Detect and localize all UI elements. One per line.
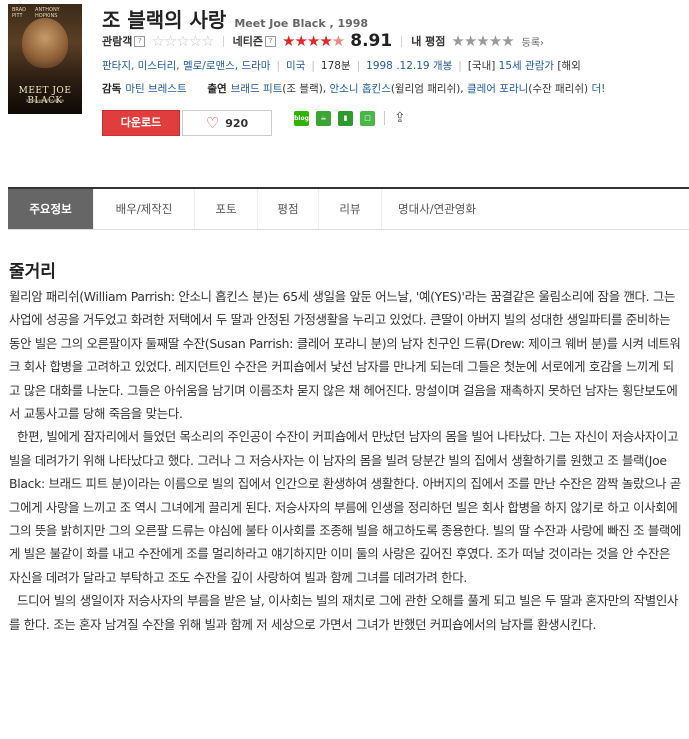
heart-icon: ♡ — [205, 113, 220, 132]
title-korean: 조 블랙의 사랑 — [102, 8, 227, 32]
cast-role-2: (윌리엄 패리쉬), — [390, 83, 464, 95]
cast-label: 출연 — [207, 83, 227, 95]
synopsis-text: 윌리암 패리쉬(William Parrish: 안소니 홉킨스 분)는 65세… — [9, 285, 682, 636]
cast-link-2[interactable]: 안소니 홉킨스 — [330, 83, 391, 95]
like-count: 920 — [225, 116, 249, 130]
rating-prefix: [국내] — [467, 60, 496, 72]
synopsis-paragraph: 한편, 빌에게 잠자리에서 들었던 목소리의 주인공이 수잔이 커피숍에서 만났… — [9, 429, 682, 585]
tab-main-info[interactable]: 주요정보 — [8, 189, 94, 229]
title-english: Meet Joe Black , 1998 — [234, 17, 369, 30]
netizen-stars: ★★★★★ — [282, 32, 345, 50]
share-bar: blog ☕ ▮ □ ⇪ — [294, 110, 406, 126]
poster-subtitle: a Universal release — [25, 98, 65, 103]
tab-quotes-related[interactable]: 명대사/연관영화 — [382, 189, 492, 229]
overseas-rating: [해외 — [557, 60, 581, 72]
release-date-link[interactable]: 1998 .12.19 개봉 — [366, 60, 452, 72]
cast-role-3: (수잔 패리쉬) — [528, 83, 589, 95]
movie-title: 조 블랙의 사랑 Meet Joe Black , 1998 — [102, 4, 368, 33]
help-icon[interactable]: ? — [134, 35, 146, 47]
netizen-rating-label: 네티즌 — [232, 35, 263, 48]
tab-score[interactable]: 평점 — [258, 189, 319, 229]
tab-cast-crew[interactable]: 배우/제작진 — [94, 189, 195, 229]
divider — [384, 111, 385, 125]
netizen-score: 8.91 — [350, 31, 393, 51]
bookmark-share-icon[interactable]: ▮ — [338, 110, 353, 126]
poster-figure — [22, 18, 68, 68]
divider — [222, 35, 224, 47]
director-label: 감독 — [102, 83, 122, 95]
poster-actor-left: BRAD PITT — [12, 7, 26, 19]
ratings-row: 관람객 ? ☆☆☆☆☆ 네티즌 ? ★★★★★ 8.91 내 평점 ★★★★★ … — [102, 31, 544, 51]
cast-link-3[interactable]: 클레어 포라니 — [467, 83, 528, 95]
divider — [401, 35, 403, 47]
synopsis-paragraph: 드디어 빌의 생일이자 저승사자의 부름을 받은 날, 이사회는 빌의 재치로 … — [9, 593, 679, 632]
genre-links[interactable]: 판타지, 미스터리, 멜로/로맨스, 드라마 — [102, 60, 270, 72]
audience-rating-label: 관람객 — [102, 35, 133, 48]
synopsis-paragraph: 윌리암 패리쉬(William Parrish: 안소니 홉킨스 분)는 65세… — [9, 289, 681, 422]
my-rating-stars[interactable]: ★★★★★ — [451, 32, 514, 50]
cafe-share-icon[interactable]: ☕ — [316, 110, 331, 126]
tab-bar: 주요정보 배우/제작진 포토 평점 리뷰 명대사/연관영화 — [8, 187, 689, 230]
cast-role-1: (조 블랙), — [282, 83, 327, 95]
tab-photo[interactable]: 포토 — [195, 189, 258, 229]
country-link[interactable]: 미국 — [286, 60, 305, 72]
runtime: 178분 — [320, 60, 351, 72]
share-icon[interactable]: ⇪ — [394, 110, 406, 126]
movie-poster[interactable]: BRAD PITT ANTHONY HOPKINS MEET JOE BLACK… — [8, 4, 82, 114]
tab-review[interactable]: 리뷰 — [319, 189, 382, 229]
download-button[interactable]: 다운로드 — [102, 110, 180, 136]
audience-stars: ☆☆☆☆☆ — [151, 32, 214, 50]
poster-title: MEET JOE BLACK — [18, 86, 72, 106]
my-rating-label: 내 평점 — [411, 35, 446, 48]
help-icon[interactable]: ? — [265, 35, 276, 47]
credits-row: 감독 마틴 브레스트 출연 브래드 피트(조 블랙), 안소니 홉킨스(윌리엄 패리… — [102, 81, 605, 96]
like-button[interactable]: ♡ 920 — [182, 110, 272, 136]
blog-share-icon[interactable]: blog — [294, 110, 309, 126]
register-rating-link[interactable]: 등록› — [522, 34, 544, 49]
cast-link-1[interactable]: 브래드 피트 — [231, 83, 283, 95]
more-cast-link[interactable]: 더! — [591, 83, 605, 95]
age-rating-link[interactable]: 15세 관람가 — [499, 60, 554, 72]
director-link[interactable]: 마틴 브레스트 — [125, 83, 186, 95]
synopsis-heading: 줄거리 — [9, 262, 56, 282]
movie-meta: 판타지, 미스터리, 멜로/로맨스, 드라마 | 미국 | 178분 | 1998 .12.… — [102, 60, 581, 72]
memo-share-icon[interactable]: □ — [360, 110, 375, 126]
